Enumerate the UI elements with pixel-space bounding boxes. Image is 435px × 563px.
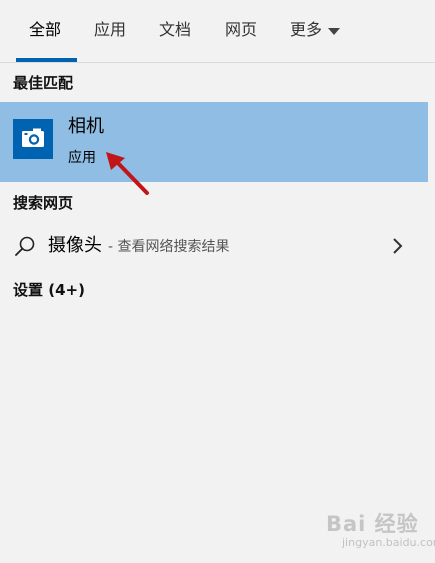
result-title: 相机	[68, 116, 104, 137]
baidu-watermark: Bai 经验 jingyan.baidu.com	[312, 506, 435, 558]
settings-heading[interactable]: 设置 (4+)	[13, 280, 85, 300]
tab-more-label: 更多	[290, 20, 323, 39]
active-tab-indicator	[16, 58, 77, 62]
watermark-sub: jingyan.baidu.com	[342, 536, 435, 549]
web-search-result[interactable]: 摄像头 - 查看网络搜索结果	[0, 226, 428, 266]
tab-all[interactable]: 全部	[29, 18, 61, 42]
watermark-brand: Bai 经验	[326, 512, 419, 536]
web-search-term: 摄像头	[48, 235, 102, 256]
red-arrow-annotation	[106, 152, 149, 195]
chevron-right-icon[interactable]	[392, 237, 404, 255]
tab-more[interactable]: 更多	[290, 18, 341, 42]
tab-documents[interactable]: 文档	[159, 18, 191, 42]
best-match-result[interactable]: 相机 应用	[0, 102, 428, 182]
camera-icon	[13, 119, 53, 159]
tab-apps[interactable]: 应用	[94, 18, 126, 42]
tab-bar: 全部 应用 文档 网页 更多	[0, 0, 435, 63]
web-search-hint: - 查看网络搜索结果	[108, 239, 230, 255]
tab-web[interactable]: 网页	[225, 18, 257, 42]
caret-down-icon	[328, 27, 341, 35]
result-subtitle: 应用	[68, 150, 96, 166]
search-icon	[15, 236, 35, 256]
best-match-heading: 最佳匹配	[13, 74, 74, 92]
web-search-heading: 搜索网页	[13, 194, 74, 212]
